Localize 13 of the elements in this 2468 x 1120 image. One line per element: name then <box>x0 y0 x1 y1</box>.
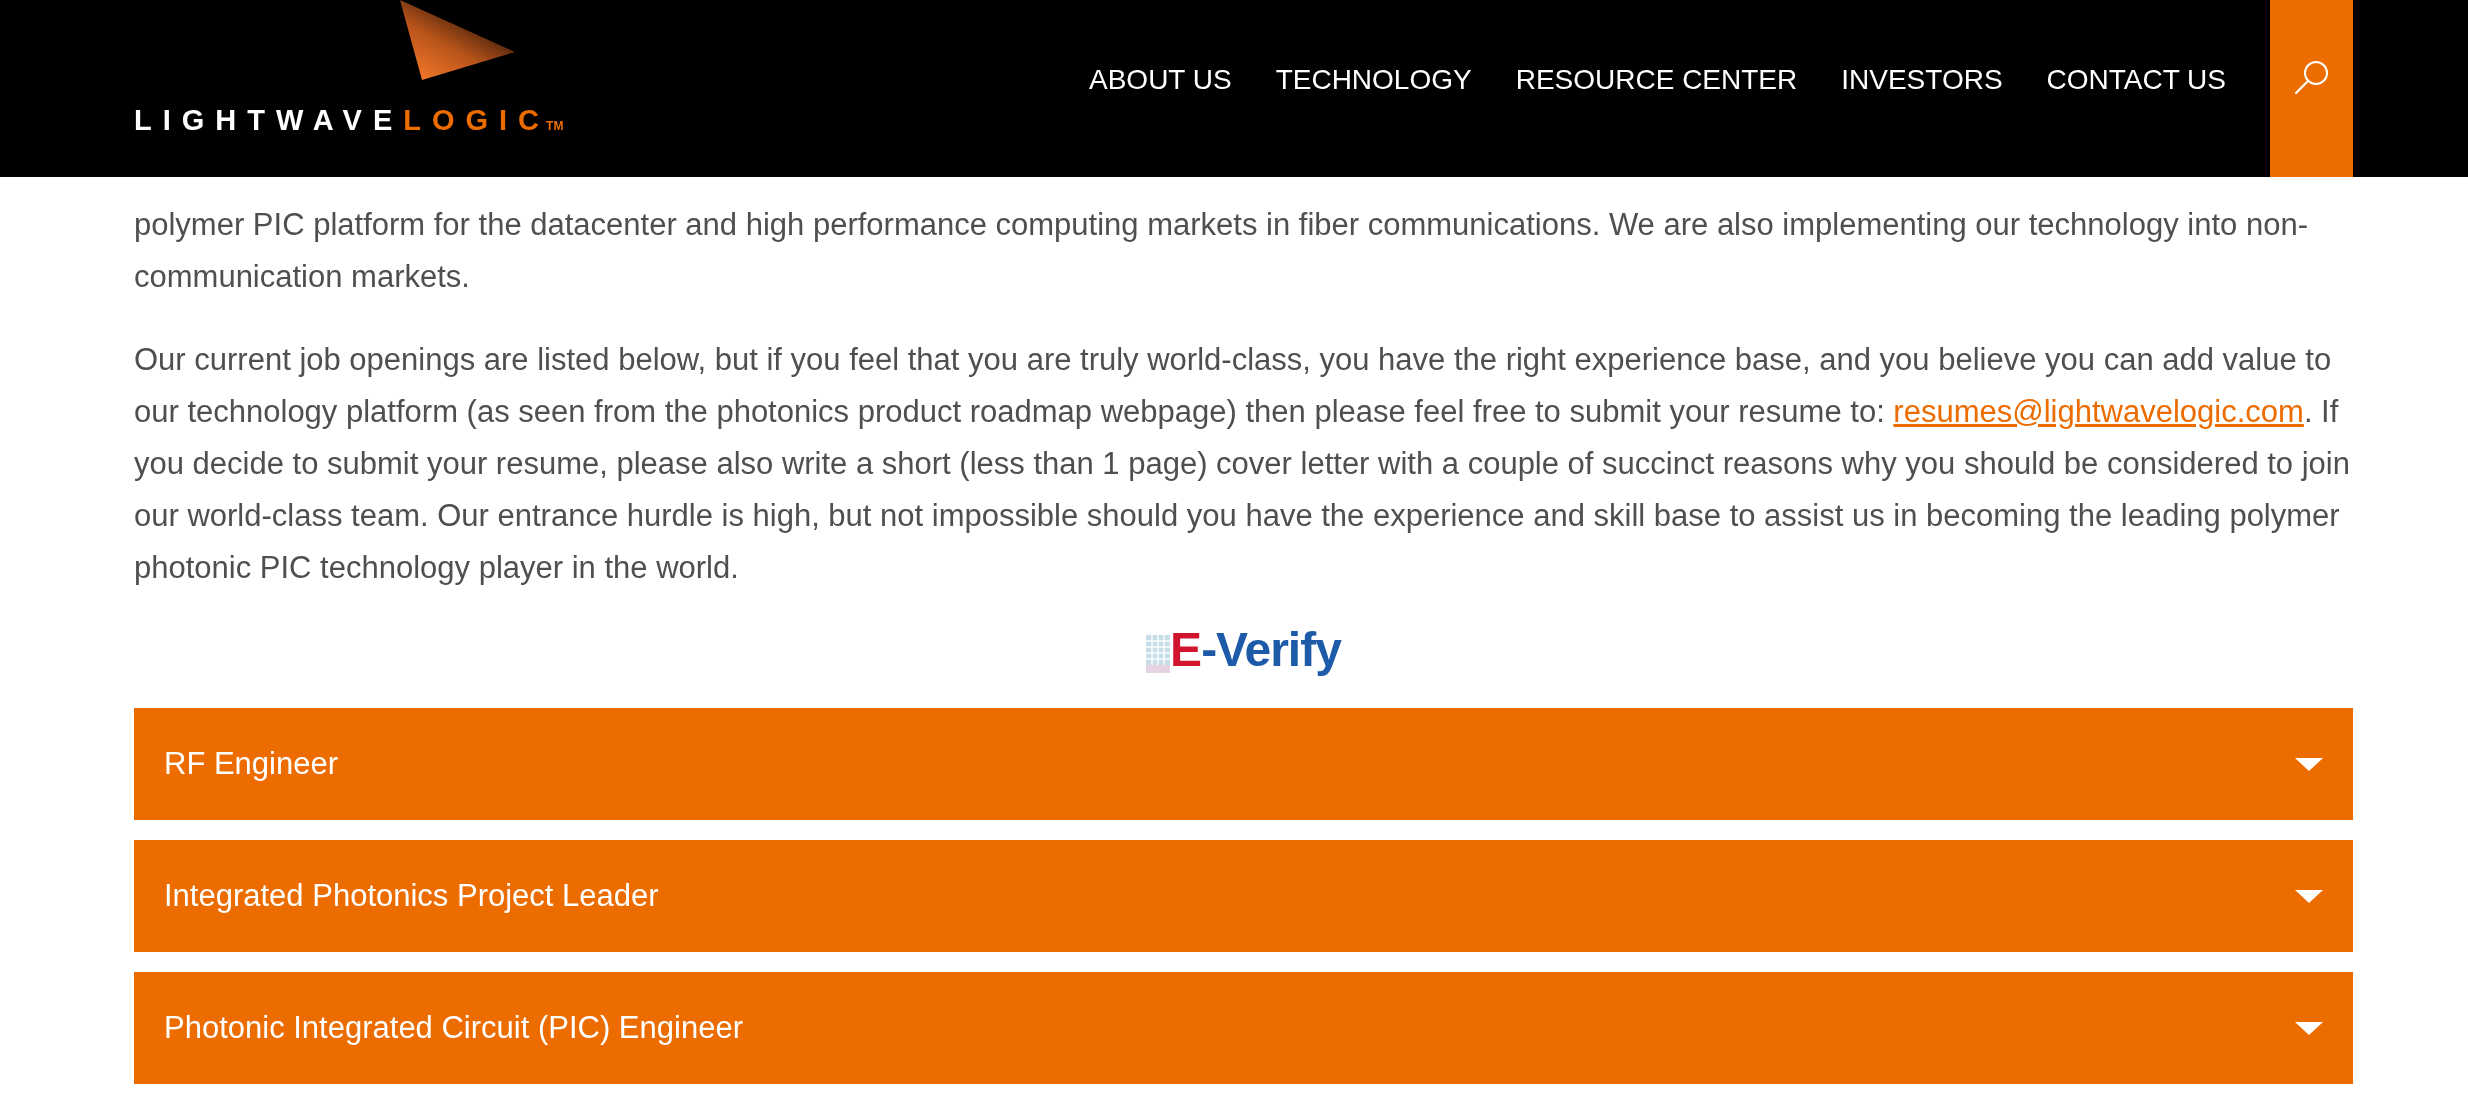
nav-link[interactable]: CONTACT US <box>2046 63 2226 96</box>
nav-link[interactable]: ABOUT US <box>1089 63 1232 96</box>
nav-link[interactable]: RESOURCE CENTER <box>1515 63 1798 96</box>
nav-link[interactable]: TECHNOLOGY <box>1275 63 1472 96</box>
body-paragraph: polymer PIC platform for the datacenter and high performance computing markets in fiber communications. We are also implementing our technology into non-communication markets. <box>134 206 2309 296</box>
triangle-logo-icon <box>400 0 515 80</box>
search-icon <box>2293 58 2330 95</box>
body-paragraph: Our current job openings are listed below, but if you feel that you are truly world-class, you have the right experience base, and you believe you can add value to our technology platform (as seen from the photonics product roadmap webpage) then please feel free to submit your resume to: resumes@lightwavelogic.com. If you decide to submit your resume, please also write a short (less than 1 page) cover letter with a couple of succinct reasons why you should be considered to join our world-class team. Our entrance hurdle is high, but not impossible should you have the experience and skill base to assist us in becoming the leading polymer photonic PIC technology player in the world. <box>134 341 2351 587</box>
search-button[interactable] <box>2270 0 2353 177</box>
nav-link[interactable]: INVESTORS <box>1841 63 2003 96</box>
logo-wordmark[interactable]: LIGHTWAVE LOGIC TM <box>134 104 564 142</box>
flag-icon <box>1146 635 1171 673</box>
e-verify-logo: E-Verify <box>1170 625 1341 675</box>
